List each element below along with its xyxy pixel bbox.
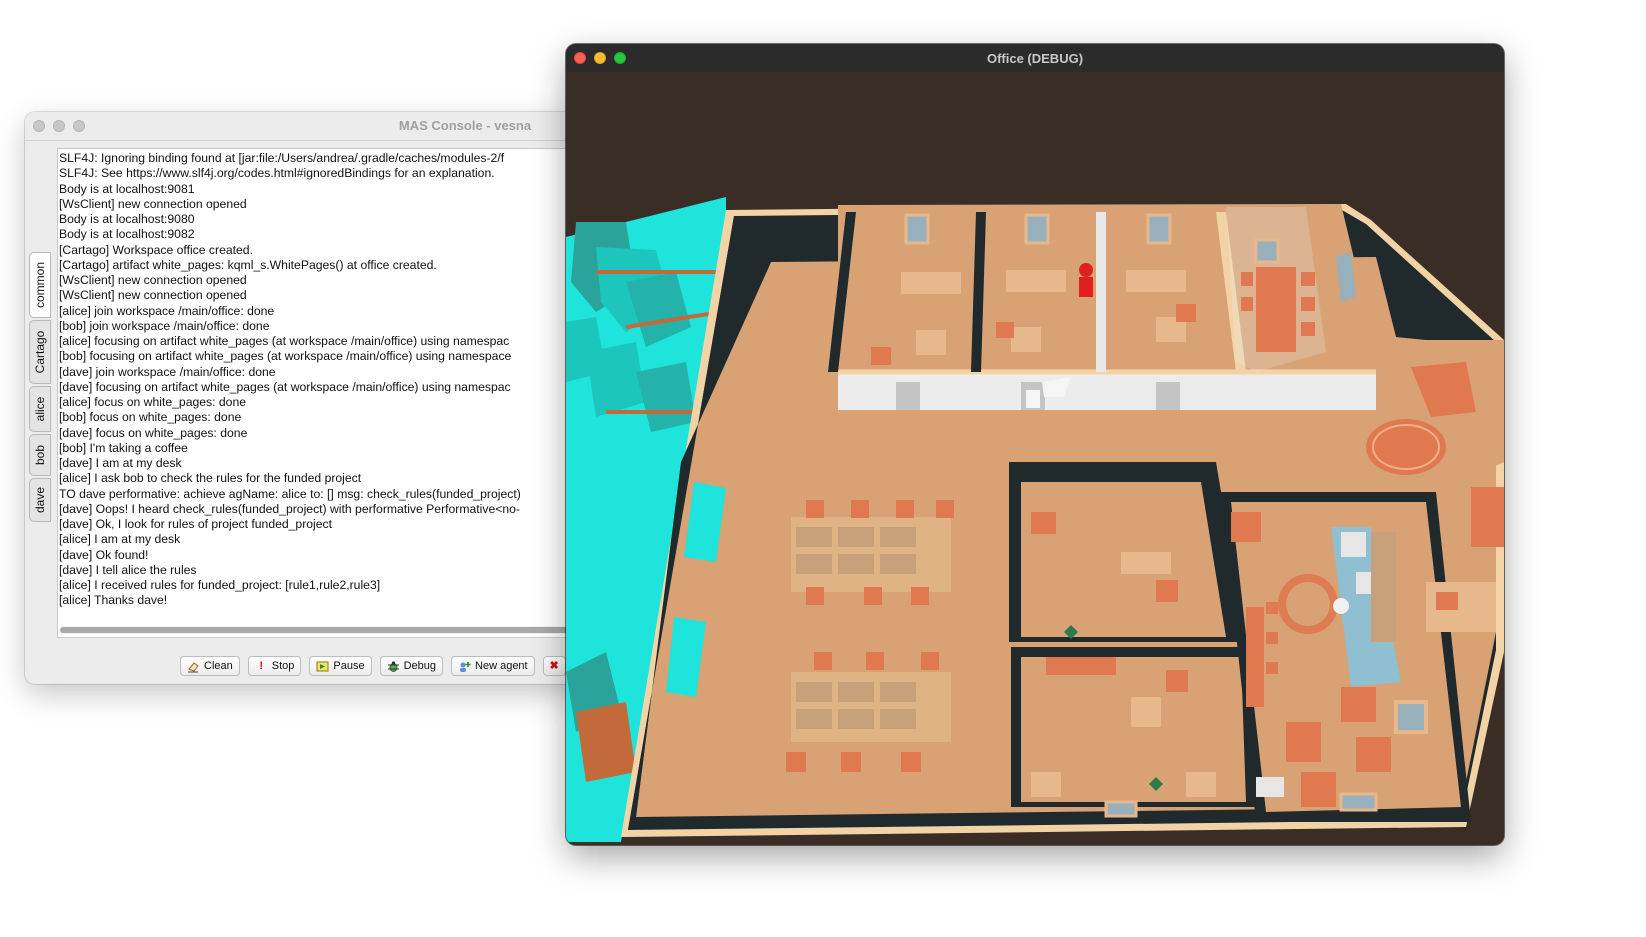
scrollbar-thumb[interactable] (60, 627, 600, 633)
tab-dave[interactable]: dave (29, 478, 51, 522)
log-line: [alice] I ask bob to check the rules for… (59, 471, 362, 486)
close-icon: ✖ (549, 659, 559, 672)
kitchen-area (1221, 492, 1471, 822)
console-toolbar: Clean ! Stop Pause Debug New agent ✖ (180, 656, 566, 676)
log-line: [dave] focus on white_pages: done (59, 425, 248, 440)
new-agent-icon (458, 660, 471, 673)
log-line: [WsClient] new connection opened (59, 288, 247, 303)
log-line: [bob] focus on white_pages: done (59, 410, 242, 425)
tab-common[interactable]: common (29, 252, 51, 318)
log-line: [dave] I tell alice the rules (59, 562, 197, 577)
log-line: Body is at localhost:9081 (59, 181, 195, 196)
pause-button[interactable]: Pause (309, 656, 372, 676)
central-rooms (1009, 462, 1256, 818)
log-line: [alice] Thanks dave! (59, 593, 168, 608)
stop-button[interactable]: ! Stop (247, 656, 302, 676)
horizontal-scrollbar[interactable] (60, 626, 605, 634)
log-line: [WsClient] new connection opened (59, 196, 247, 211)
office-window: Office (DEBUG) (566, 44, 1504, 845)
log-line: SLF4J: Ignoring binding found at [jar:fi… (59, 151, 505, 165)
mas-console-titlebar[interactable]: MAS Console - vesna (25, 112, 605, 141)
bug-icon (387, 660, 400, 673)
play-pause-icon (316, 660, 329, 673)
log-line: [alice] join workspace /main/office: don… (59, 303, 275, 318)
top-rooms (828, 204, 1378, 410)
stop-icon: ! (259, 659, 264, 672)
log-line: SLF4J: See https://www.slf4j.org/codes.h… (59, 166, 495, 181)
log-line: [dave] Ok found! (59, 547, 149, 562)
window-title: MAS Console - vesna (398, 118, 532, 133)
log-line: [alice] I received rules for funded_proj… (59, 578, 381, 592)
clean-button[interactable]: Clean (180, 656, 240, 676)
eraser-icon (187, 660, 200, 673)
tab-cartago[interactable]: Cartago (29, 320, 51, 384)
log-line: [alice] I am at my desk (59, 532, 181, 547)
log-line: [bob] join workspace /main/office: done (59, 318, 270, 333)
log-line: [WsClient] new connection opened (59, 273, 247, 287)
new-agent-button[interactable]: New agent (451, 656, 535, 676)
tab-alice[interactable]: alice (29, 386, 51, 432)
log-line: Body is at localhost:9080 (59, 212, 195, 226)
log-line: [dave] I am at my desk (59, 456, 182, 470)
log-line: [Cartago] artifact white_pages: kqml_s.W… (59, 257, 437, 272)
log-lines: SLF4J: Ignoring binding found at [jar:fi… (59, 151, 605, 609)
mas-console-window: MAS Console - vesna common Cartago alice… (25, 112, 605, 684)
office-3d-view[interactable] (566, 72, 1504, 845)
log-line: [dave] Ok, I look for rules of project f… (59, 517, 333, 531)
debug-button[interactable]: Debug (379, 656, 444, 676)
console-output[interactable]: SLF4J: Ignoring binding found at [jar:fi… (57, 148, 605, 638)
log-line: [dave] focusing on artifact white_pages … (59, 379, 511, 394)
log-line: [dave] join workspace /main/office: done (59, 364, 276, 379)
log-line: [alice] focusing on artifact white_pages… (59, 334, 510, 348)
log-line: [bob] focusing on artifact white_pages (… (59, 349, 512, 364)
kill-agent-button[interactable]: ✖ (542, 656, 566, 676)
log-line: [bob] I'm taking a coffee (59, 440, 188, 455)
log-line: [alice] focus on white_pages: done (59, 395, 247, 409)
log-line: [Cartago] Workspace office created. (59, 242, 253, 257)
log-line: [dave] Oops! I heard check_rules(funded_… (59, 501, 520, 516)
tab-bob[interactable]: bob (29, 434, 51, 476)
office-titlebar[interactable]: Office (DEBUG) (566, 44, 1504, 73)
log-line: TO dave performative: achieve agName: al… (59, 486, 521, 501)
log-line: Body is at localhost:9082 (59, 227, 195, 242)
window-title: Office (DEBUG) (986, 51, 1084, 66)
